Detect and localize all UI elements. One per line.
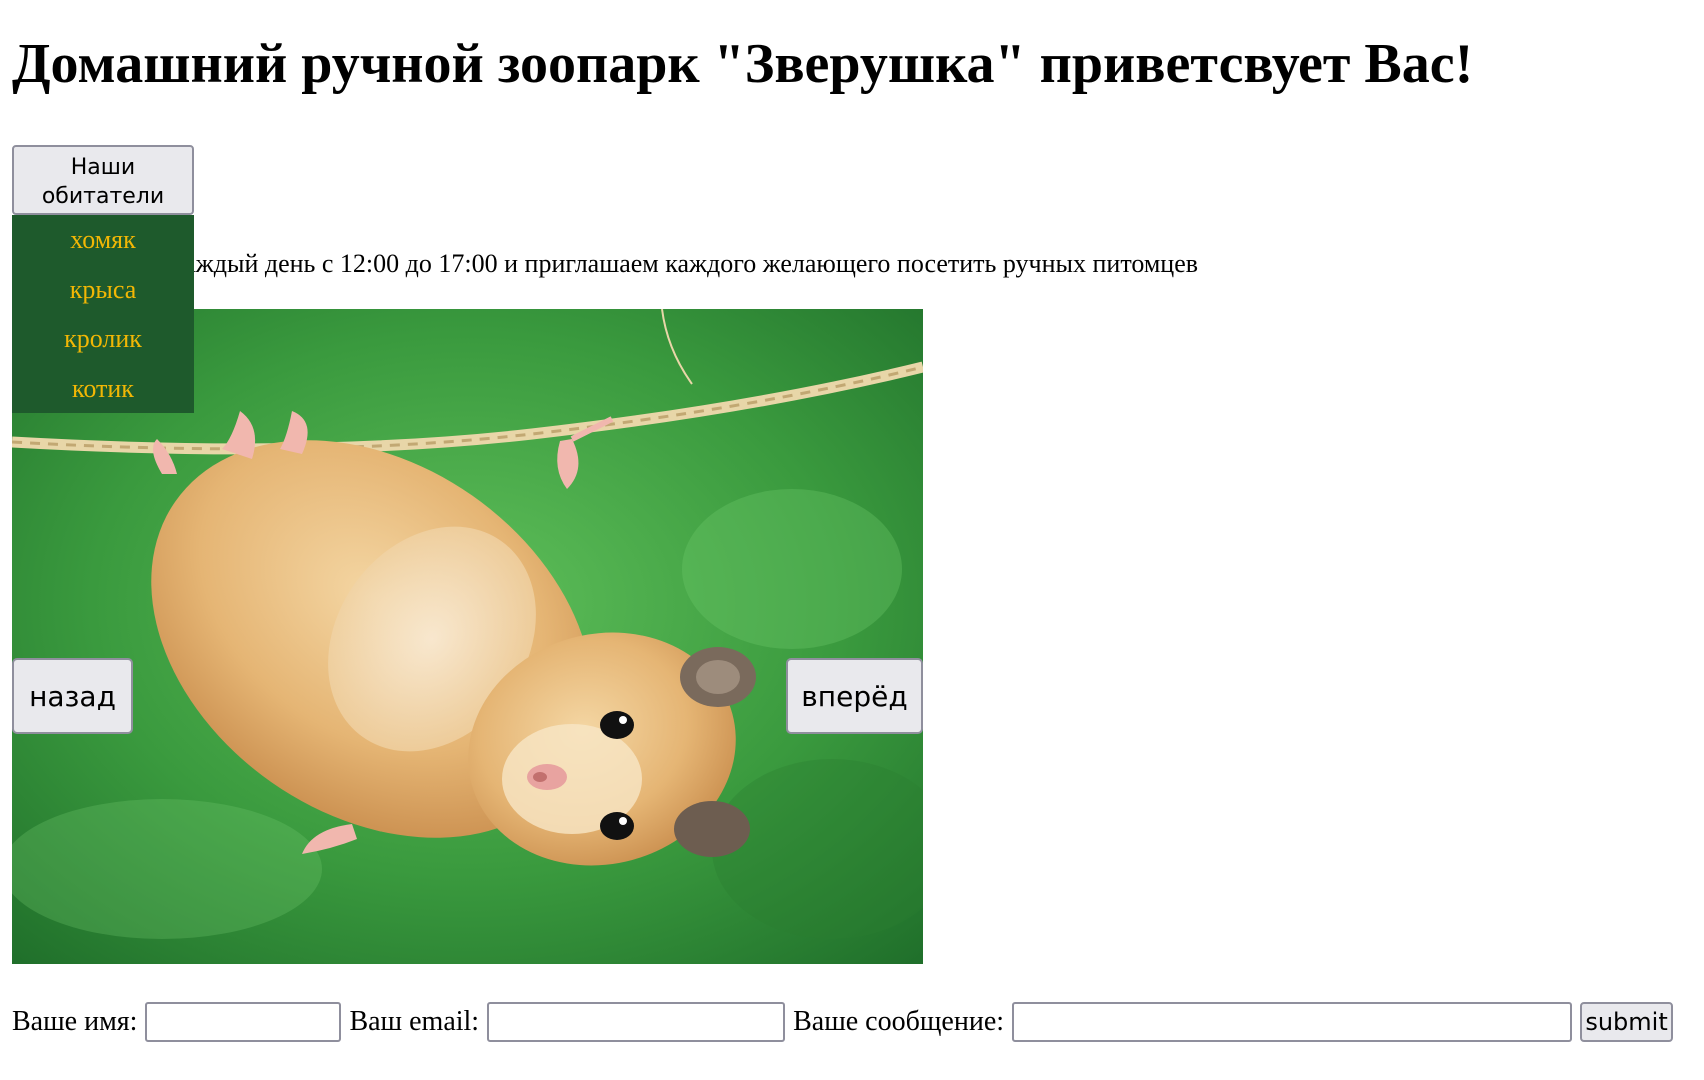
gallery-forward-button[interactable]: вперёд	[786, 658, 923, 734]
page-title: Домашний ручной зоопарк "Зверушка" приве…	[12, 33, 1474, 95]
dropdown-item-rat[interactable]: крыса	[12, 265, 194, 315]
menu-button-label-line1: Наши	[70, 155, 136, 180]
email-input[interactable]	[487, 1002, 786, 1042]
menu-button-label-line2: обитатели	[41, 184, 165, 209]
email-label: Ваш email:	[349, 1006, 480, 1037]
submit-button[interactable]: submit	[1580, 1002, 1674, 1042]
message-input[interactable]	[1012, 1002, 1573, 1042]
message-label: Ваше сообщение:	[793, 1006, 1005, 1037]
schedule-visible-part: каждый день с 12:00 до 17:00 и приглашае…	[172, 249, 1199, 278]
page: Домашний ручной зоопарк "Зверушка" приве…	[0, 0, 1704, 1080]
inhabitants-menu-button[interactable]: Наши обитатели	[12, 145, 194, 215]
name-label: Ваше имя:	[12, 1006, 138, 1037]
name-input[interactable]	[145, 1002, 342, 1042]
dropdown-item-cat[interactable]: котик	[12, 364, 194, 414]
inhabitants-dropdown: хомяк крыса кролик котик	[12, 215, 194, 413]
dropdown-item-rabbit[interactable]: кролик	[12, 314, 194, 364]
gallery-back-button[interactable]: назад	[12, 658, 133, 734]
feedback-form: Ваше имя: Ваш email: Ваше сообщение: sub…	[12, 1002, 1674, 1042]
dropdown-item-hamster[interactable]: хомяк	[12, 215, 194, 265]
